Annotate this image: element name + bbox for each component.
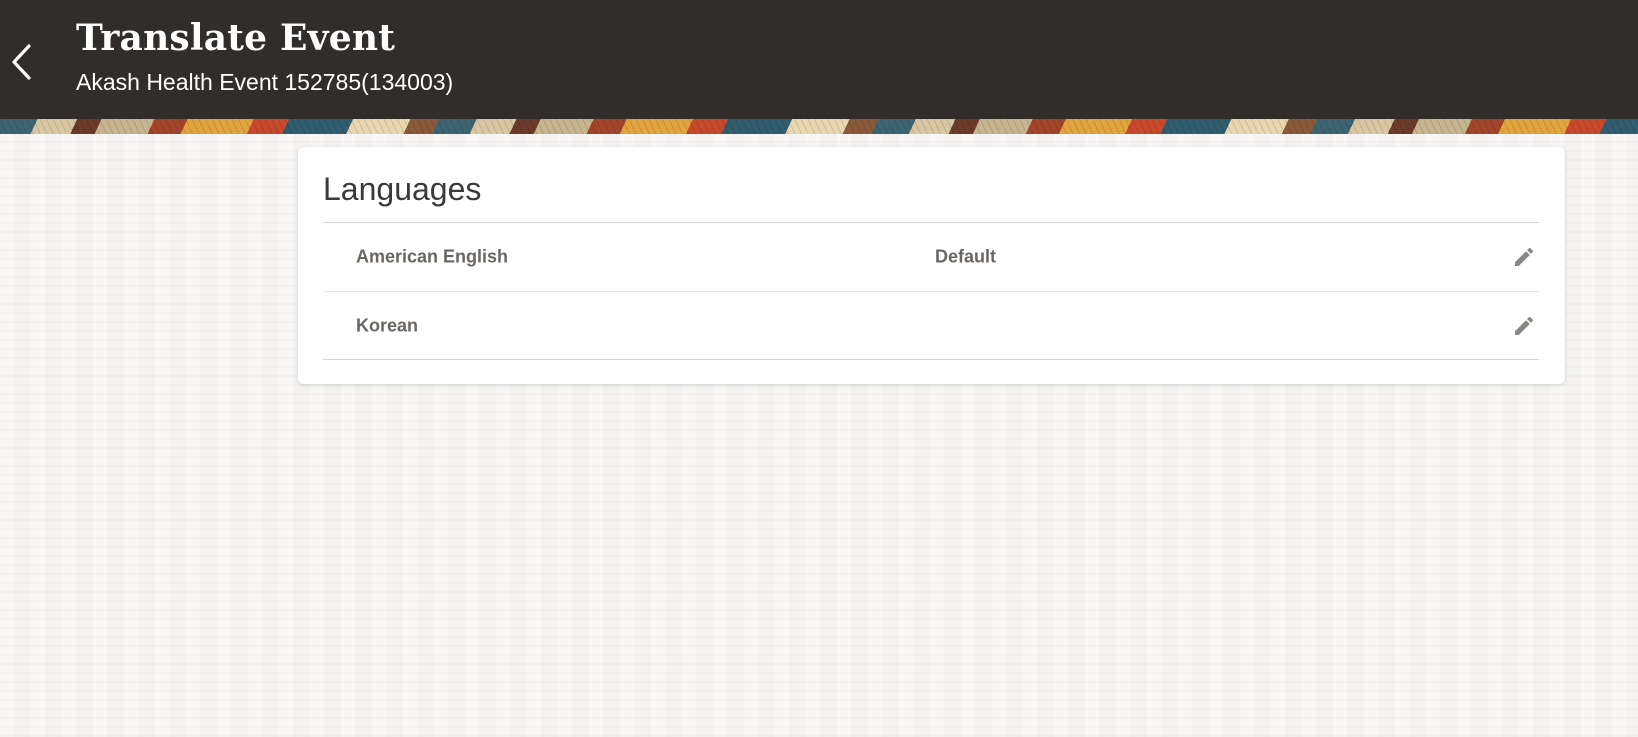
page-header: Translate Event Akash Health Event 15278… [0,0,1638,119]
languages-title: Languages [323,171,482,207]
language-name: American English [356,246,509,267]
pencil-icon [1515,316,1534,335]
list-item: Korean [323,291,1539,359]
back-button[interactable] [4,38,40,86]
pencil-icon [1515,247,1534,266]
list-item: American English Default [323,223,1539,291]
page-subtitle: Akash Health Event 152785(134003) [76,69,454,95]
language-status: Default [935,246,997,267]
language-name: Korean [356,315,419,335]
edit-korean-button[interactable] [1509,311,1539,341]
decorative-banner [0,119,1638,134]
languages-card: Languages American English Default Korea… [298,147,1565,384]
chevron-left-icon [12,44,31,80]
edit-american-english-button[interactable] [1509,242,1539,272]
page-title: Translate Event [76,17,396,59]
languages-list: American English Default Korean [323,222,1539,360]
